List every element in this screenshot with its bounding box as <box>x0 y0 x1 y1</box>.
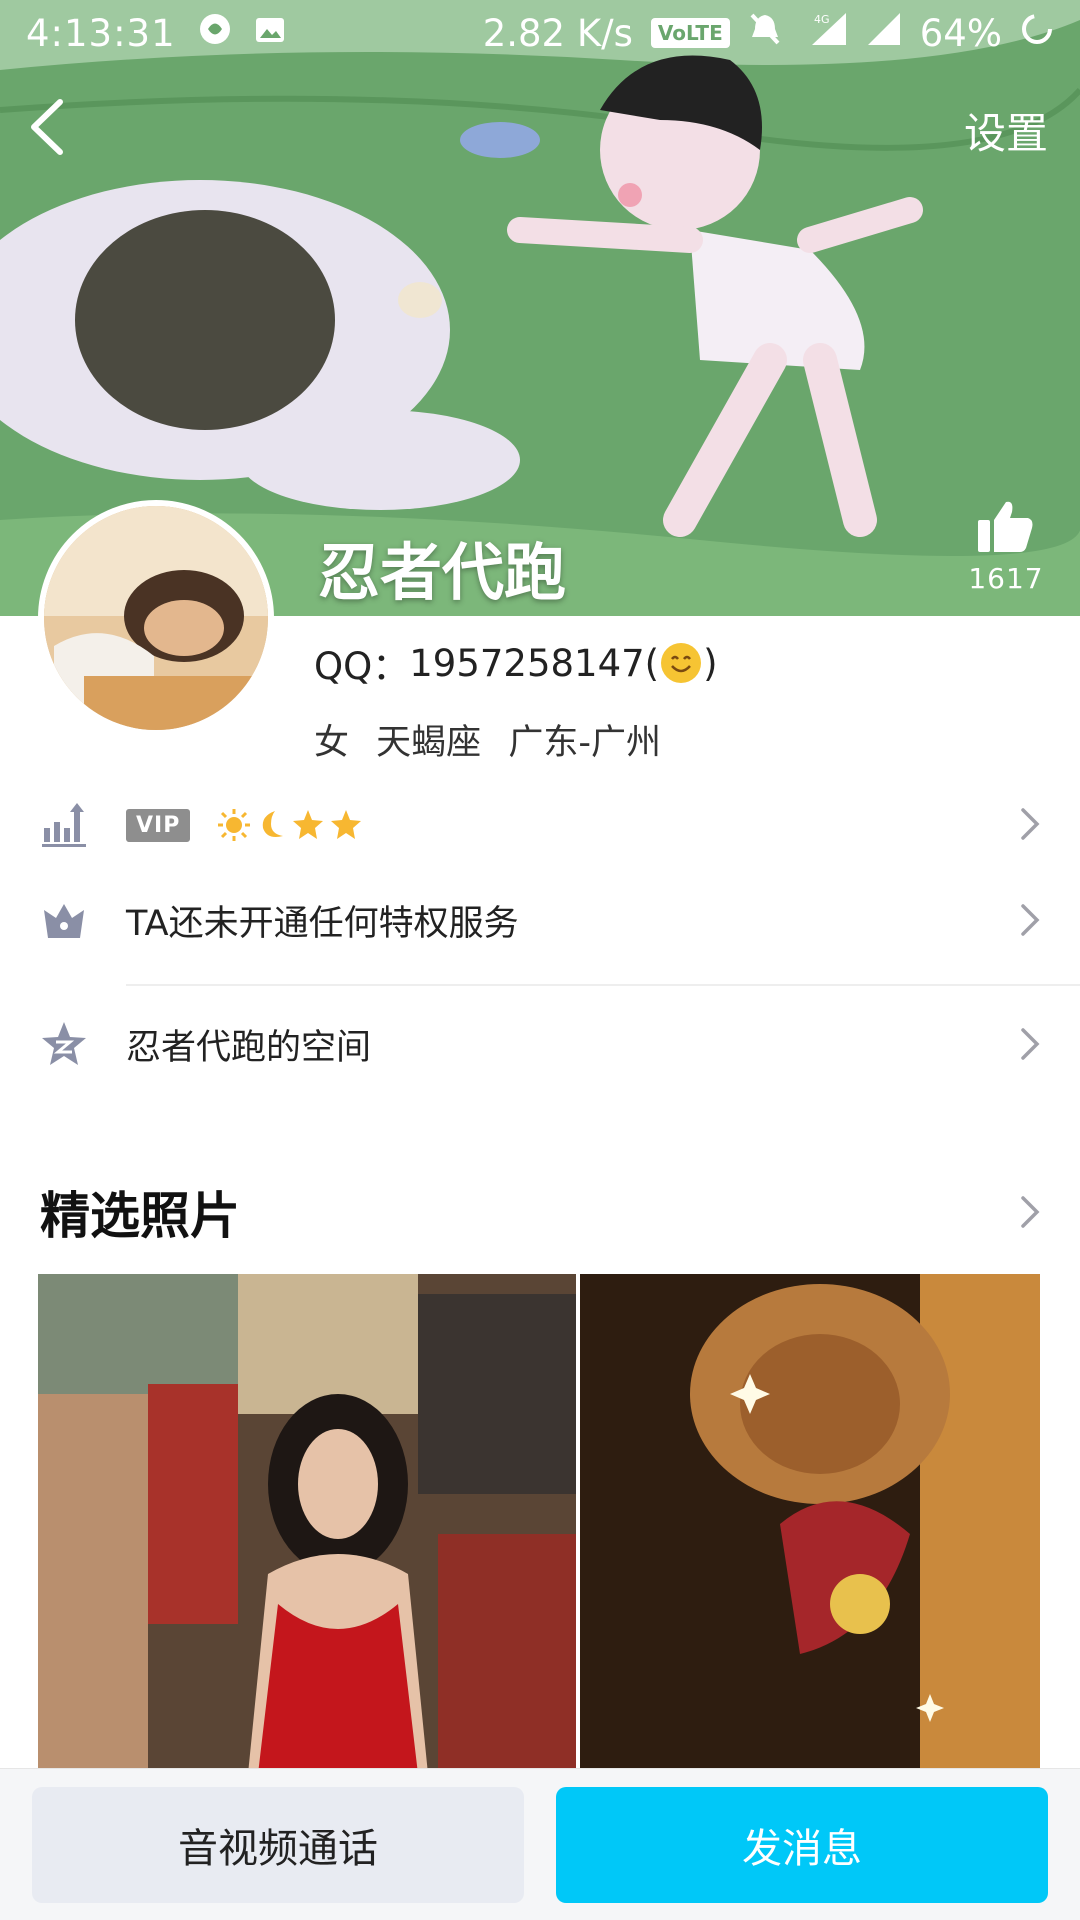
send-message-button[interactable]: 发消息 <box>556 1787 1048 1903</box>
star-icon <box>293 810 324 839</box>
privilege-label: TA还未开通任何特权服务 <box>126 903 519 944</box>
qq-line: QQ： 1957258147 ( ) <box>314 636 718 690</box>
featured-photo[interactable] <box>580 1274 1040 1774</box>
back-button[interactable] <box>22 92 82 162</box>
star-icon <box>331 810 362 839</box>
vip-badge: VIP <box>126 808 191 842</box>
divider <box>126 984 1080 986</box>
volte-icon: VoLTE <box>650 18 730 48</box>
chevron-left-icon <box>31 99 63 155</box>
privilege-row[interactable]: TA还未开通任何特权服务 <box>0 872 1080 968</box>
like-count: 1617 <box>968 562 1044 595</box>
level-icon <box>42 803 86 847</box>
qq-label: QQ： <box>314 645 410 688</box>
status-bar: 4:13:31 2.82 K/s VoLTE 4G 64% <box>0 0 1080 66</box>
chevron-right-icon <box>1021 904 1040 936</box>
image-icon <box>254 12 286 55</box>
battery-level: 64% <box>919 11 1002 55</box>
signal-icon <box>866 11 902 56</box>
level-content: VIP <box>126 804 363 844</box>
battery-icon <box>1020 12 1054 55</box>
thumbs-up-icon <box>978 501 1033 552</box>
location: 广东-广州 <box>508 723 661 763</box>
paren-open: ( <box>644 641 660 685</box>
settings-button[interactable]: 设置 <box>964 100 1048 161</box>
space-row[interactable]: 忍者代跑的空间 <box>0 996 1080 1092</box>
nickname: 忍者代跑 <box>318 536 567 609</box>
chevron-right-icon <box>1021 1028 1040 1060</box>
featured-photo[interactable] <box>38 1274 576 1774</box>
profile-info: QQ： 1957258147 ( ) 女 天蝎座 广东-广州 <box>314 636 718 765</box>
chevron-right-icon <box>1021 808 1040 840</box>
moon-icon <box>263 811 284 837</box>
chevron-right-icon[interactable] <box>1018 1192 1042 1232</box>
clock: 4:13:31 <box>26 11 176 55</box>
mute-icon <box>748 11 782 56</box>
avatar[interactable] <box>38 500 274 736</box>
net-speed: 2.82 K/s <box>482 11 633 55</box>
gender: 女 <box>314 723 350 763</box>
level-icons <box>217 808 363 842</box>
meta-line: 女 天蝎座 广东-广州 <box>314 714 718 765</box>
sun-icon <box>218 809 251 841</box>
featured-photos-title[interactable]: 精选照片 <box>40 1176 240 1248</box>
video-call-button[interactable]: 音视频通话 <box>32 1787 524 1903</box>
bottom-action-bar: 音视频通话 发消息 <box>0 1768 1080 1920</box>
paren-close: ) <box>703 641 718 685</box>
crown-icon <box>44 904 84 938</box>
qzone-star-icon <box>42 1022 86 1065</box>
qq-number[interactable]: 1957258147 <box>409 642 644 685</box>
signal-4g-icon: 4G <box>800 11 848 56</box>
smile-emoji-icon <box>661 643 702 683</box>
like-button[interactable]: 1617 <box>966 498 1046 595</box>
avatar-photo <box>44 506 268 730</box>
svg-text:4G: 4G <box>814 13 830 26</box>
zodiac: 天蝎座 <box>376 723 482 763</box>
app-notification-icon <box>198 12 232 55</box>
space-label: 忍者代跑的空间 <box>126 1027 372 1068</box>
level-row[interactable]: VIP <box>0 776 1080 872</box>
